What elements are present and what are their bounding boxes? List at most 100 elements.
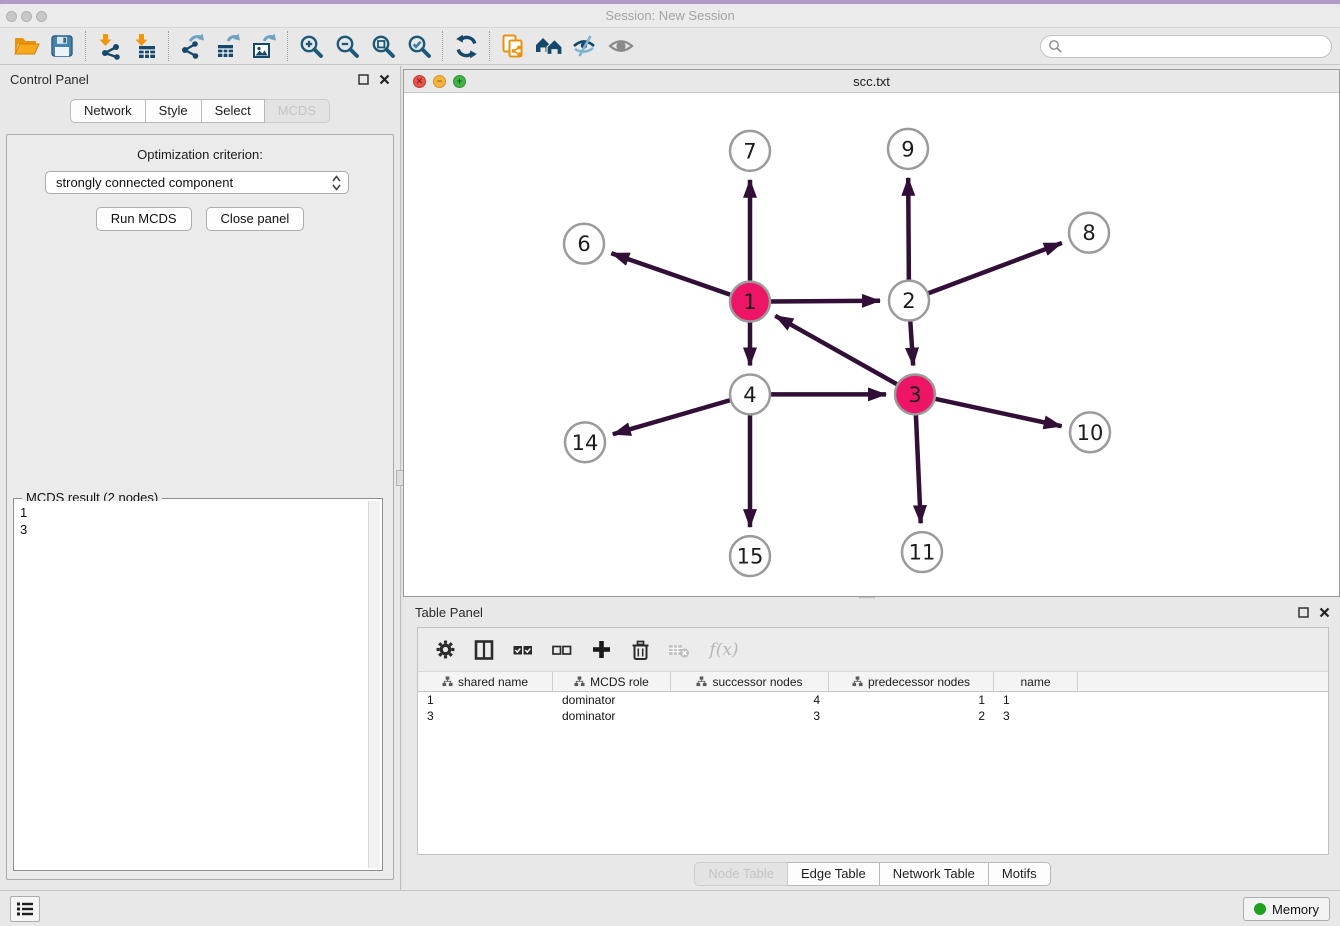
memory-button[interactable]: Memory xyxy=(1243,897,1330,921)
svg-text:1: 1 xyxy=(743,290,756,314)
node-table-header: shared name MCDS role xyxy=(418,672,1328,692)
zoom-in-button[interactable] xyxy=(293,30,329,62)
deselect-all-rows-button[interactable] xyxy=(551,639,573,661)
graph-node-8[interactable]: 8 xyxy=(1069,213,1109,253)
svg-text:4: 4 xyxy=(743,383,756,407)
memory-label: Memory xyxy=(1272,902,1319,917)
toolbar-separator xyxy=(442,31,443,61)
graph-edge-3-11[interactable] xyxy=(916,414,921,523)
close-table-panel-icon[interactable] xyxy=(1319,607,1330,618)
table-settings-button[interactable] xyxy=(434,639,456,661)
graph-edge-2-9[interactable] xyxy=(908,178,909,281)
graph-node-15[interactable]: 15 xyxy=(730,536,770,576)
delete-table-button[interactable] xyxy=(668,639,690,661)
cell-shared-name[interactable]: 1 xyxy=(418,692,553,708)
hierarchy-icon xyxy=(574,676,585,687)
zoom-selected-icon xyxy=(406,33,433,60)
column-header-predecessor-nodes[interactable]: predecessor nodes xyxy=(829,672,994,691)
cell-successor-nodes[interactable]: 3 xyxy=(671,708,829,724)
table-panel-tabs: Node Table Edge Table Network Table Moti… xyxy=(405,862,1340,886)
zoom-fit-button[interactable] xyxy=(365,30,401,62)
export-network-button[interactable] xyxy=(174,30,210,62)
add-column-button[interactable] xyxy=(590,639,612,661)
graph-node-3[interactable]: 3 xyxy=(895,374,935,414)
column-label: successor nodes xyxy=(712,675,802,689)
cell-successor-nodes[interactable]: 4 xyxy=(671,692,829,708)
graph-node-14[interactable]: 14 xyxy=(565,422,605,462)
table-row[interactable]: 1 dominator 4 1 1 xyxy=(418,692,1328,708)
cell-name[interactable]: 1 xyxy=(994,692,1078,708)
tab-motifs[interactable]: Motifs xyxy=(989,862,1051,886)
graph-edge-4-14[interactable] xyxy=(613,400,731,434)
select-stepper-icon xyxy=(332,175,341,191)
graph-node-10[interactable]: 10 xyxy=(1070,412,1110,452)
float-panel-icon[interactable] xyxy=(358,74,369,85)
graph-node-6[interactable]: 6 xyxy=(564,224,604,264)
column-label: predecessor nodes xyxy=(868,675,970,689)
network-canvas[interactable]: 7 9 6 8 1 2 4 3 14 10 15 11 xyxy=(404,94,1339,596)
network-graph-svg[interactable]: 7 9 6 8 1 2 4 3 14 10 15 11 xyxy=(404,94,1339,596)
save-session-button[interactable] xyxy=(44,30,80,62)
search-input[interactable] xyxy=(1040,35,1332,58)
graph-node-1[interactable]: 1 xyxy=(730,282,770,322)
task-history-button[interactable] xyxy=(10,896,40,922)
zoom-out-button[interactable] xyxy=(329,30,365,62)
show-hidden-button[interactable] xyxy=(603,30,639,62)
network-window-title: scc.txt xyxy=(404,74,1339,89)
run-mcds-button[interactable]: Run MCDS xyxy=(96,207,192,231)
graph-edge-3-10[interactable] xyxy=(935,399,1062,427)
network-view-window: ✕ − + scc.txt 7 9 6 8 1 2 4 3 14 10 15 11 xyxy=(403,69,1340,597)
graph-edge-2-8[interactable] xyxy=(928,243,1062,294)
export-table-button[interactable] xyxy=(210,30,246,62)
open-session-button[interactable] xyxy=(8,30,44,62)
graph-edge-1-2[interactable] xyxy=(770,301,880,302)
tab-edge-table[interactable]: Edge Table xyxy=(788,862,880,886)
graph-node-7[interactable]: 7 xyxy=(730,131,770,171)
network-window-titlebar[interactable]: ✕ − + scc.txt xyxy=(404,70,1339,93)
close-panel-button[interactable]: Close panel xyxy=(206,207,305,231)
graph-edge-2-3[interactable] xyxy=(910,321,913,366)
tab-network[interactable]: Network xyxy=(70,99,146,123)
mcds-result-line: 1 xyxy=(20,504,364,521)
main-content: Control Panel Network Style Select MCDS xyxy=(0,66,1340,890)
graph-node-9[interactable]: 9 xyxy=(888,129,928,169)
table-row[interactable]: 3 dominator 3 2 3 xyxy=(418,708,1328,724)
tab-node-table[interactable]: Node Table xyxy=(694,862,788,886)
column-header-successor-nodes[interactable]: successor nodes xyxy=(671,672,829,691)
column-header-mcds-role[interactable]: MCDS role xyxy=(553,672,671,691)
close-panel-icon[interactable] xyxy=(379,74,390,85)
cell-mcds-role[interactable]: dominator xyxy=(553,692,671,708)
graph-edge-1-6[interactable] xyxy=(611,253,731,295)
apply-layout-button[interactable] xyxy=(448,30,484,62)
show-all-nodes-button[interactable] xyxy=(531,30,567,62)
tab-style[interactable]: Style xyxy=(146,99,202,123)
export-image-button[interactable] xyxy=(246,30,282,62)
cell-name[interactable]: 3 xyxy=(994,708,1078,724)
cell-predecessor-nodes[interactable]: 1 xyxy=(829,692,994,708)
tab-network-table[interactable]: Network Table xyxy=(880,862,989,886)
float-table-panel-icon[interactable] xyxy=(1298,607,1309,618)
split-table-button[interactable] xyxy=(473,639,495,661)
column-header-name[interactable]: name xyxy=(994,672,1078,691)
hide-selected-button[interactable] xyxy=(567,30,603,62)
cell-predecessor-nodes[interactable]: 2 xyxy=(829,708,994,724)
zoom-selected-button[interactable] xyxy=(401,30,437,62)
function-builder-button[interactable]: f(x) xyxy=(707,639,741,661)
cell-mcds-role[interactable]: dominator xyxy=(553,708,671,724)
result-scrollbar[interactable] xyxy=(368,501,380,868)
clone-network-button[interactable] xyxy=(495,30,531,62)
import-network-button[interactable] xyxy=(91,30,127,62)
mcds-result-text[interactable]: 1 3 xyxy=(16,501,368,868)
import-table-button[interactable] xyxy=(127,30,163,62)
tab-select[interactable]: Select xyxy=(202,99,265,123)
select-all-rows-button[interactable] xyxy=(512,639,534,661)
column-header-shared-name[interactable]: shared name xyxy=(418,672,553,691)
graph-node-11[interactable]: 11 xyxy=(902,532,942,572)
graph-edge-3-1[interactable] xyxy=(775,316,897,385)
delete-columns-button[interactable] xyxy=(629,639,651,661)
graph-node-4[interactable]: 4 xyxy=(730,374,770,414)
cell-shared-name[interactable]: 3 xyxy=(418,708,553,724)
optimization-criterion-select[interactable]: strongly connected component xyxy=(45,171,349,194)
tab-mcds[interactable]: MCDS xyxy=(265,99,330,123)
graph-node-2[interactable]: 2 xyxy=(889,281,929,321)
